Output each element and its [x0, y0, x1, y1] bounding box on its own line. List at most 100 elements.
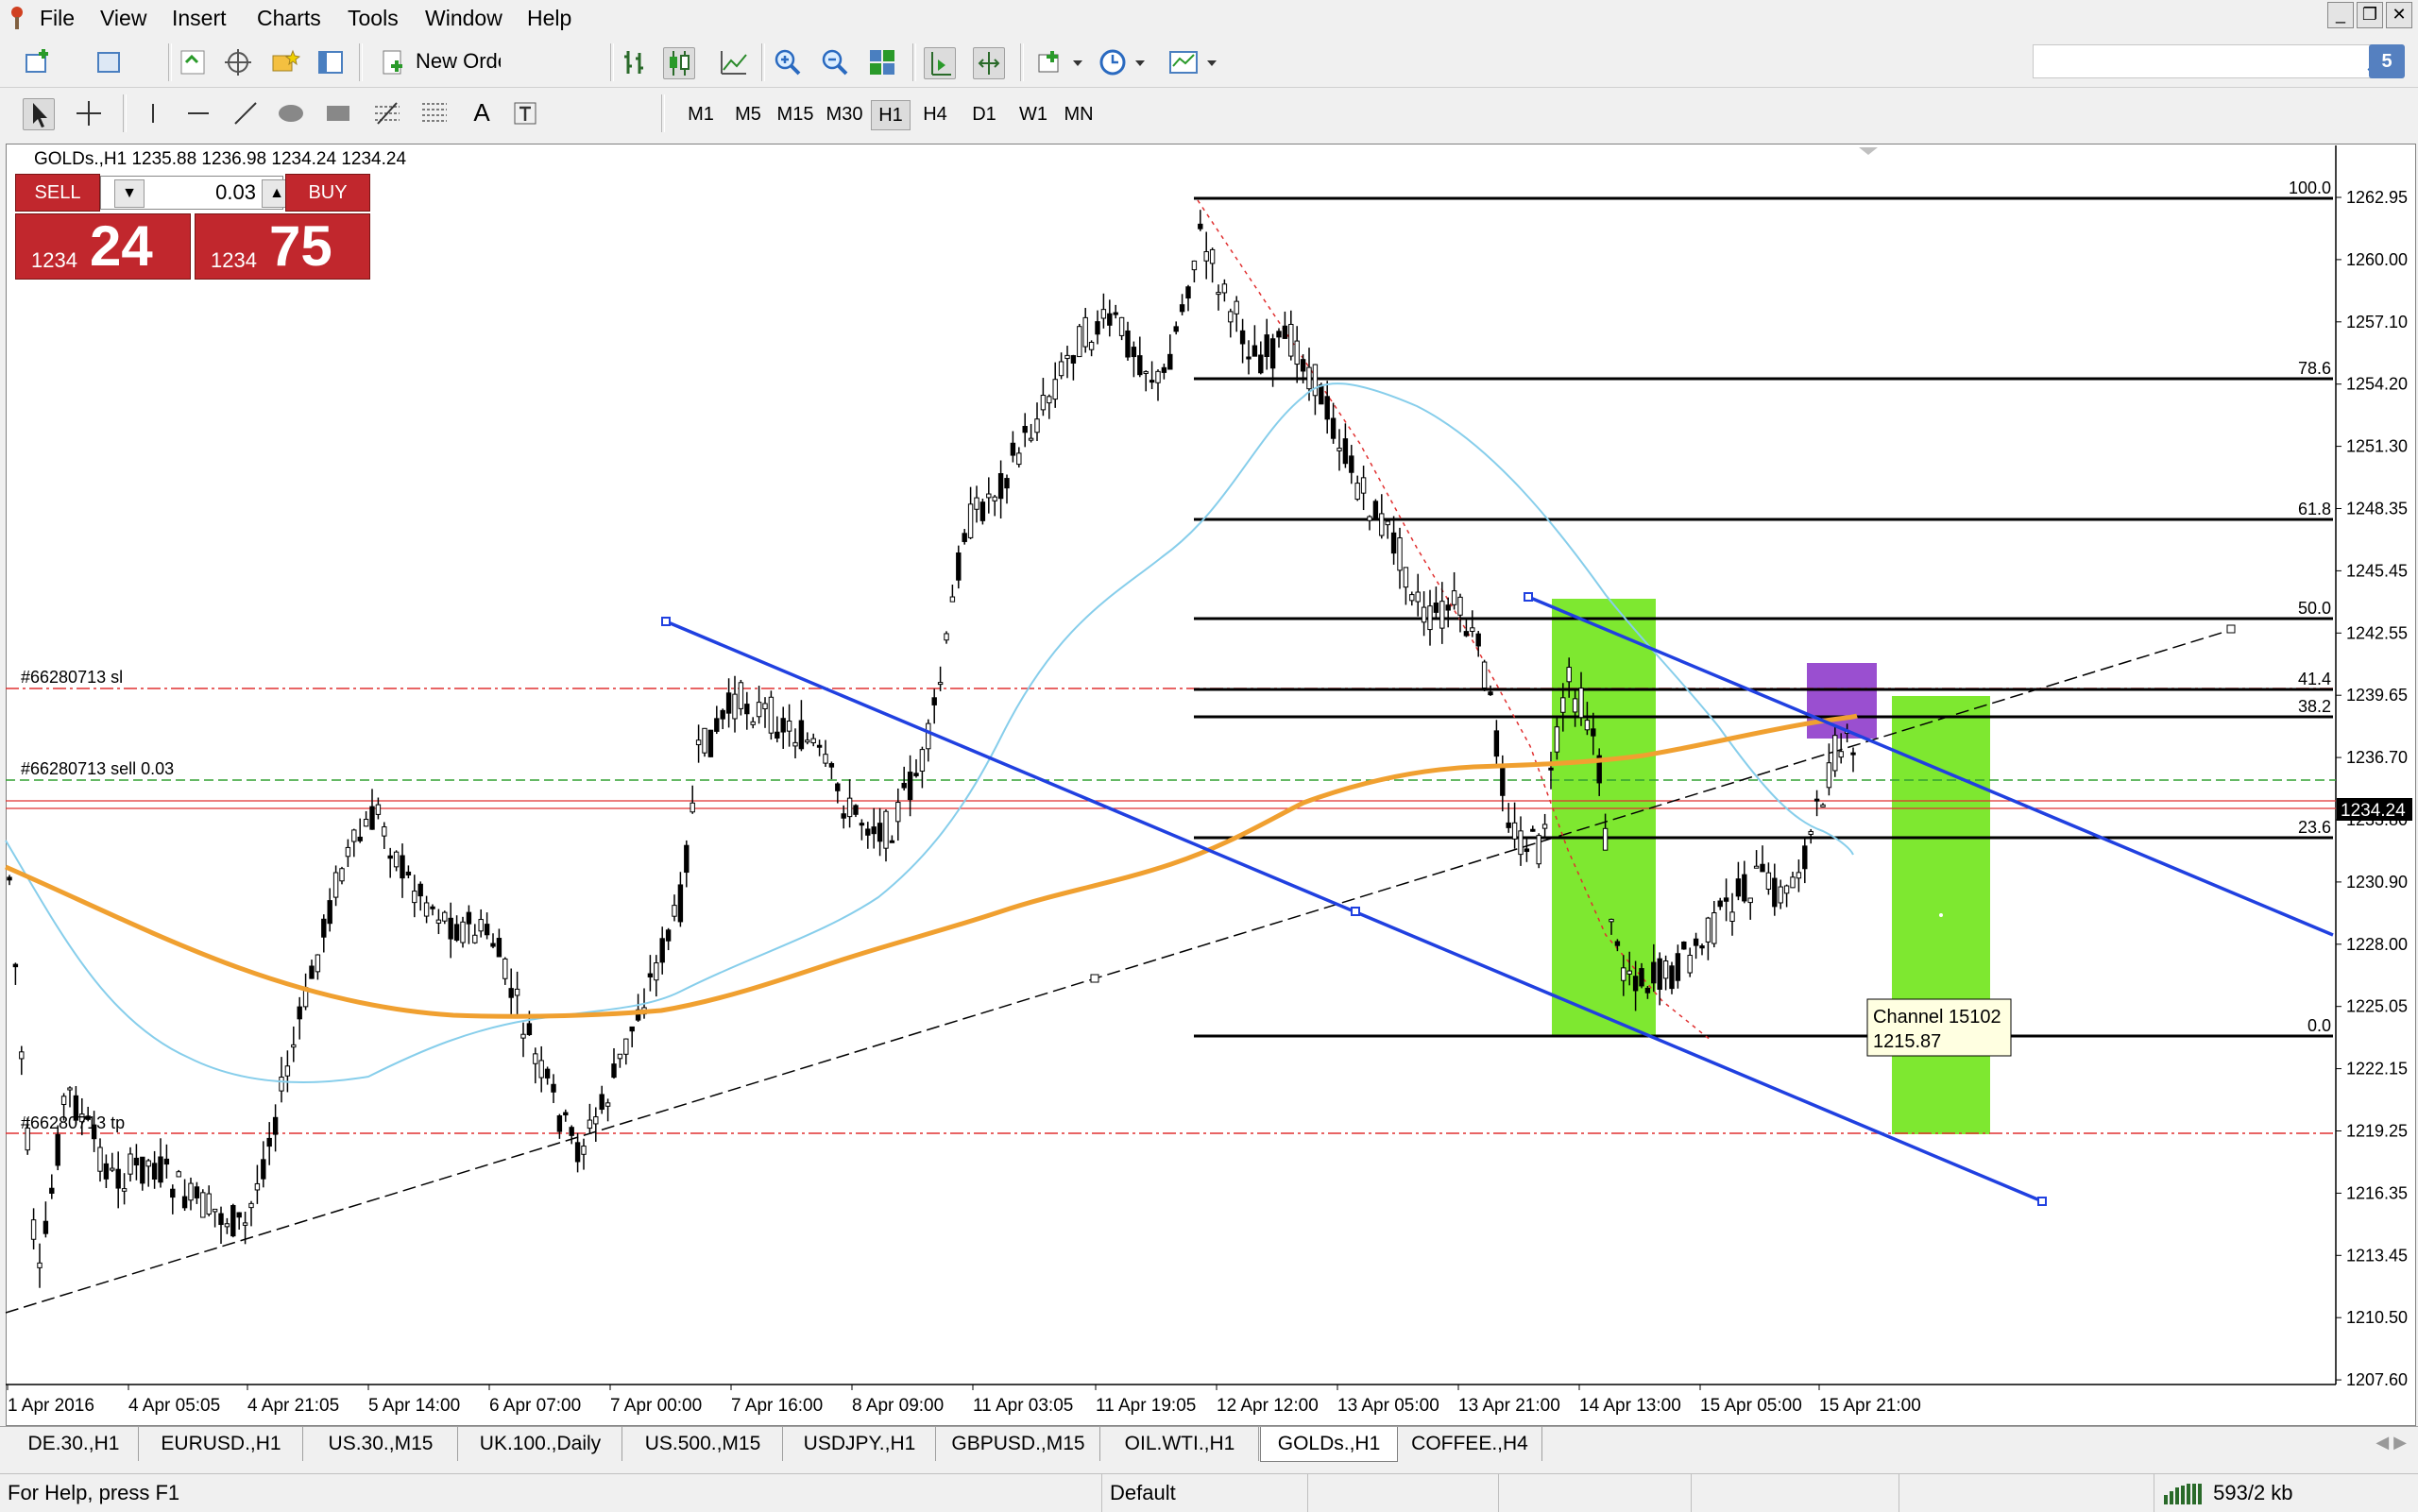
- candle-body: [1167, 353, 1173, 370]
- status-cell-4: [1498, 1474, 1695, 1512]
- candle-body: [236, 1212, 242, 1218]
- candle-body: [907, 772, 913, 801]
- candle-body: [49, 1187, 55, 1194]
- candle-body: [140, 1156, 145, 1184]
- fibonacci-retracement[interactable]: [1194, 196, 2333, 1038]
- candle-body: [1064, 354, 1070, 360]
- candle-body: [1439, 601, 1445, 629]
- candle-body: [1657, 958, 1662, 991]
- candle-body: [725, 692, 732, 714]
- candle-body: [599, 1094, 604, 1111]
- time-tick-label: 1 Apr 2016: [8, 1396, 94, 1416]
- tab-us30[interactable]: US.30.,M15: [304, 1427, 458, 1461]
- lot-value[interactable]: 0.03: [146, 177, 256, 209]
- candle-body: [962, 533, 967, 542]
- time-tick-label: 4 Apr 05:05: [128, 1396, 220, 1416]
- candle-body: [1591, 728, 1596, 737]
- candle-body: [1814, 798, 1820, 802]
- candle-body: [412, 891, 417, 904]
- tab-golds[interactable]: GOLDs.,H1: [1260, 1427, 1398, 1462]
- candle-body: [1047, 396, 1052, 404]
- candle-body: [490, 943, 496, 947]
- ask-price[interactable]: 1234 75: [195, 213, 370, 280]
- tab-usdjpy[interactable]: USDJPY.,H1: [784, 1427, 936, 1461]
- buy-button[interactable]: BUY: [285, 174, 370, 212]
- time-tick-label: 6 Apr 07:00: [489, 1396, 581, 1416]
- tab-us500[interactable]: US.500.,M15: [623, 1427, 783, 1461]
- candle-body: [309, 965, 315, 979]
- sell-button[interactable]: SELL: [15, 174, 100, 212]
- channel[interactable]: [665, 595, 2334, 1203]
- tab-eurusd[interactable]: EURUSD.,H1: [140, 1427, 303, 1461]
- candle-body: [30, 1219, 37, 1240]
- price-tick-label: 1228.00: [2346, 935, 2408, 954]
- candle-body: [859, 823, 865, 826]
- candle-body: [556, 1115, 563, 1132]
- candle-body: [97, 1147, 103, 1172]
- candle-body: [327, 900, 332, 925]
- candle-body: [1191, 260, 1198, 271]
- candle-body: [756, 702, 762, 718]
- candle-body: [1765, 872, 1772, 891]
- candle-body: [1264, 334, 1269, 358]
- candle-body: [913, 773, 919, 776]
- candle-body: [200, 1192, 206, 1218]
- candle-body: [405, 871, 412, 876]
- candle-body: [992, 496, 997, 501]
- candle-body: [1802, 845, 1808, 870]
- candle-body: [1095, 321, 1100, 335]
- candle-body: [828, 763, 835, 768]
- chart-tabs: DE.30.,H1 EURUSD.,H1 US.30.,M15 UK.100.,…: [0, 1426, 2418, 1465]
- candle-body: [593, 1116, 599, 1125]
- tp-label: #66280713 tp: [21, 1113, 125, 1132]
- candle-body: [1433, 603, 1439, 613]
- time-tick-label: 13 Apr 21:00: [1458, 1396, 1560, 1416]
- candle-body: [448, 917, 453, 940]
- candle-body: [351, 829, 357, 842]
- lot-size-input[interactable]: ▼ 0.03 ▲: [100, 176, 292, 210]
- candle-body: [1125, 330, 1131, 358]
- candle-body: [478, 919, 484, 932]
- candle-body: [1016, 452, 1022, 466]
- time-tick-label: 14 Apr 13:00: [1579, 1396, 1681, 1416]
- price-tick-label: 1216.35: [2346, 1183, 2408, 1202]
- candle-body: [1493, 730, 1500, 757]
- candle-body: [895, 802, 901, 823]
- tab-scroll-arrows[interactable]: ◀ ▶: [2375, 1433, 2407, 1453]
- sell-order-label: #66280713 sell 0.03: [21, 759, 174, 778]
- candle-body: [526, 1023, 533, 1036]
- candle-body: [1717, 900, 1723, 908]
- candle-body: [1143, 370, 1149, 374]
- candle-body: [1107, 313, 1113, 326]
- status-cell-6: [1899, 1474, 2153, 1512]
- candle-body: [1173, 326, 1179, 332]
- lot-decrease-icon[interactable]: ▼: [114, 179, 145, 208]
- candle-body: [212, 1208, 218, 1213]
- fibo-label-236: 23.6: [2298, 818, 2331, 837]
- candle-body: [387, 855, 393, 859]
- candle-body: [1457, 596, 1463, 616]
- candle-body: [1500, 767, 1506, 796]
- candle-body: [1149, 380, 1155, 383]
- price-tick-label: 1260.00: [2346, 250, 2408, 269]
- tab-oilwti[interactable]: OIL.WTI.,H1: [1101, 1427, 1259, 1461]
- candle-body: [665, 929, 672, 942]
- candle-body: [538, 1060, 544, 1079]
- tab-de30[interactable]: DE.30.,H1: [9, 1427, 139, 1461]
- candle-body: [128, 1153, 133, 1175]
- candle-body: [949, 596, 956, 603]
- candle-body: [1742, 874, 1747, 902]
- candle-body: [587, 1119, 593, 1130]
- candle-body: [979, 501, 986, 521]
- tab-uk100[interactable]: UK.100.,Daily: [459, 1427, 622, 1461]
- tab-gbpusd[interactable]: GBPUSD.,M15: [937, 1427, 1100, 1461]
- candle-body: [115, 1168, 121, 1189]
- candle-body: [19, 1051, 25, 1060]
- candle-body: [1427, 605, 1433, 631]
- candle-body: [1409, 594, 1415, 602]
- bid-price[interactable]: 1234 24: [15, 213, 191, 280]
- candle-body: [502, 958, 508, 979]
- tab-coffee[interactable]: COFFEE.,H4: [1398, 1427, 1542, 1461]
- candle-body: [1850, 752, 1856, 756]
- candle-body: [1475, 633, 1481, 647]
